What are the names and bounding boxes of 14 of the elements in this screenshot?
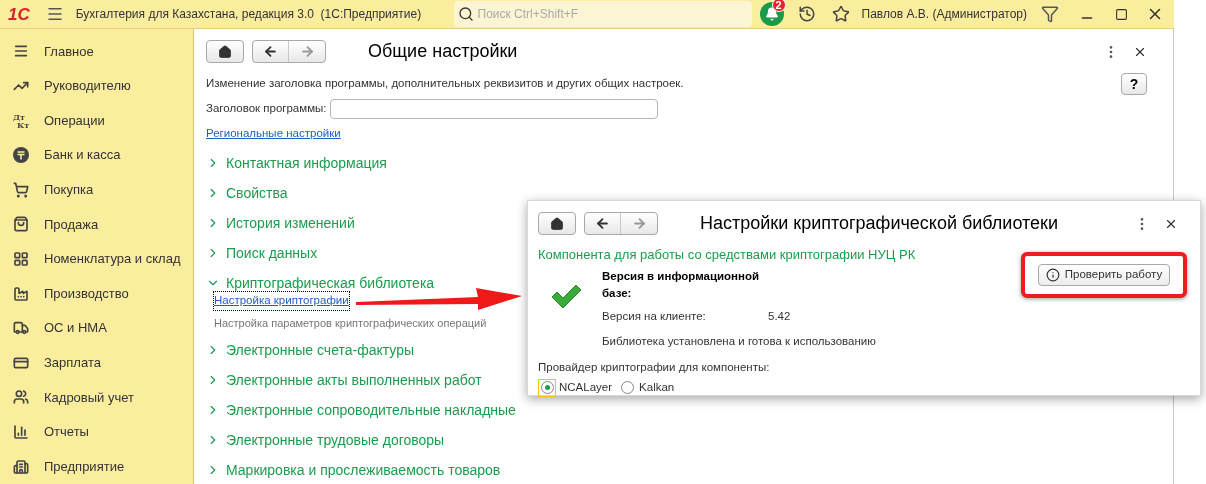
- version-label: Версия на клиенте:: [602, 309, 707, 324]
- component-heading: Компонента для работы со средствами криптографии НУЦ РК: [538, 246, 916, 264]
- status-text: Библиотека установлена и готова к использованию: [602, 334, 876, 350]
- logo: 1С: [8, 5, 30, 23]
- form-title: Общие настройки: [368, 40, 518, 63]
- app-title: Бухгалтерия для Казахстана, редакция 3.0 (1С:Предприятие): [75, 6, 422, 23]
- debit-credit-icon: Дт Кт: [13, 112, 29, 129]
- form-description: Изменение заголовка программы, дополнительных реквизитов и других общих настроек.: [206, 76, 684, 92]
- link-description: Настройка параметров криптографических операций: [214, 315, 487, 331]
- version-label: Версия в информационной базе:: [602, 268, 761, 301]
- dialog-title: Настройки криптографической библиотеки: [700, 212, 1058, 235]
- field-label: Заголовок программы:: [206, 101, 327, 117]
- version-value: 5.42: [768, 309, 791, 324]
- provider-label: Провайдер криптографии для компоненты:: [538, 359, 771, 375]
